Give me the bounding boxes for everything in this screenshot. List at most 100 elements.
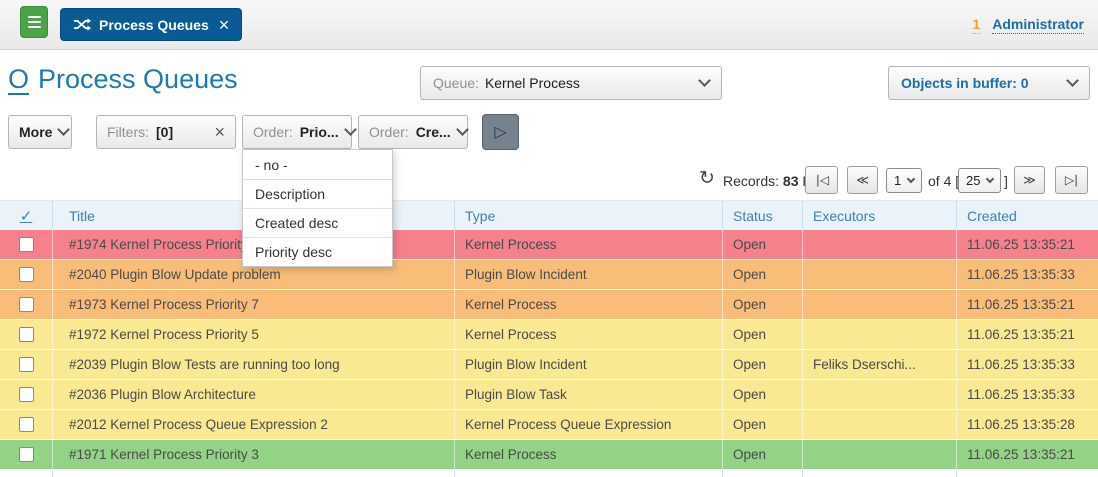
row-status: Open — [723, 380, 803, 409]
row-checkbox[interactable] — [19, 237, 34, 252]
prev-page-button[interactable]: ≪ — [847, 166, 878, 194]
prev-page-icon: ≪ — [856, 173, 869, 187]
row-status: Open — [723, 320, 803, 349]
row-checkbox-cell — [0, 410, 53, 439]
order-primary-select[interactable]: Order: Prio... — [242, 115, 352, 149]
queue-select[interactable]: Queue: Kernel Process — [420, 66, 722, 100]
row-title[interactable]: #2039 Plugin Blow Tests are running too … — [53, 350, 455, 379]
page-count-label: of 4 [ — [928, 173, 959, 189]
tab-label: Process Queues — [99, 17, 209, 33]
row-checkbox[interactable] — [19, 417, 34, 432]
notification-count[interactable]: 1 — [972, 16, 980, 34]
chevron-down-icon — [986, 175, 994, 183]
chevron-down-icon — [456, 123, 469, 136]
bracket-close: ] — [1004, 173, 1008, 189]
hamburger-menu-button[interactable] — [20, 6, 48, 38]
order-secondary-value: Cre... — [416, 124, 451, 140]
tab-process-queues[interactable]: Process Queues × — [60, 8, 242, 41]
table-row[interactable]: #2039 Plugin Blow Tests are running too … — [0, 350, 1098, 380]
tab-close-icon[interactable]: × — [219, 16, 230, 34]
user-menu[interactable]: Administrator — [992, 16, 1084, 34]
play-icon: ▷ — [494, 122, 506, 142]
order-option-description[interactable]: Description — [243, 179, 392, 208]
table-header-row: ✓ Title Type Status Executors Created — [0, 200, 1098, 230]
buffer-label: Objects in buffer: 0 — [901, 75, 1029, 91]
row-type: Kernel Process Queue Expression — [455, 410, 723, 439]
row-title[interactable]: #2036 Plugin Blow Architecture — [53, 380, 455, 409]
next-page-button[interactable]: ≫ — [1014, 166, 1045, 194]
header-type[interactable]: Type — [455, 201, 723, 230]
header-created[interactable]: Created — [957, 201, 1098, 230]
row-type: Kernel Process — [455, 230, 723, 259]
row-executors — [803, 230, 957, 259]
row-created: 11.06.25 13:35:21 — [957, 320, 1098, 349]
table-row[interactable]: #2012 Kernel Process Queue Expression 2 … — [0, 410, 1098, 440]
row-title[interactable]: #2012 Kernel Process Queue Expression 2 — [53, 410, 455, 439]
next-page-icon: ≫ — [1023, 173, 1036, 187]
clear-filters-icon[interactable]: × — [214, 123, 225, 141]
filters-label: Filters: — [107, 124, 149, 140]
header-status[interactable]: Status — [723, 201, 803, 230]
current-page: 1 — [894, 173, 901, 188]
row-status: Open — [723, 290, 803, 319]
table-row-partial — [0, 470, 1098, 477]
records-count: 83 — [783, 173, 799, 189]
row-type: Kernel Process — [455, 320, 723, 349]
row-created: 11.06.25 13:35:28 — [957, 410, 1098, 439]
table-row[interactable]: #1972 Kernel Process Priority 5 Kernel P… — [0, 320, 1098, 350]
row-title[interactable]: #1972 Kernel Process Priority 5 — [53, 320, 455, 349]
order-dropdown-menu: - no - Description Created desc Priority… — [242, 149, 393, 267]
order-option-created-desc[interactable]: Created desc — [243, 208, 392, 237]
row-type: Kernel Process — [455, 440, 723, 469]
row-checkbox[interactable] — [19, 297, 34, 312]
row-type: Plugin Blow Task — [455, 380, 723, 409]
chevron-down-icon — [907, 175, 915, 183]
more-button[interactable]: More — [8, 115, 72, 149]
page-size-select[interactable]: 25 — [958, 168, 1001, 193]
process-queues-app: Process Queues × 1 Administrator O Proce… — [0, 0, 1098, 477]
row-title[interactable]: #1971 Kernel Process Priority 3 — [53, 440, 455, 469]
header-executors[interactable]: Executors — [803, 201, 957, 230]
queue-value: Kernel Process — [485, 75, 580, 91]
top-bar: Process Queues × 1 Administrator — [0, 0, 1098, 50]
row-executors — [803, 380, 957, 409]
row-executors — [803, 320, 957, 349]
order-secondary-select[interactable]: Order: Cre... — [358, 115, 468, 149]
objects-in-buffer-select[interactable]: Objects in buffer: 0 — [888, 66, 1090, 100]
row-created: 11.06.25 13:35:21 — [957, 440, 1098, 469]
page-number-select[interactable]: 1 — [886, 168, 922, 193]
page-title: O Process Queues — [8, 64, 238, 95]
first-page-icon: ∣◁ — [815, 173, 828, 187]
row-checkbox-cell — [0, 230, 53, 259]
row-checkbox-cell — [0, 350, 53, 379]
run-button[interactable]: ▷ — [482, 114, 519, 150]
row-checkbox[interactable] — [19, 327, 34, 342]
first-page-button[interactable]: ∣◁ — [805, 166, 838, 194]
row-checkbox[interactable] — [19, 267, 34, 282]
select-all-icon[interactable]: ✓ — [20, 207, 33, 225]
table-row[interactable]: #1973 Kernel Process Priority 7 Kernel P… — [0, 290, 1098, 320]
table-row[interactable]: #2040 Plugin Blow Update problem Plugin … — [0, 260, 1098, 290]
page-size-value: 25 — [966, 173, 980, 188]
row-checkbox[interactable] — [19, 357, 34, 372]
table-row[interactable]: #1974 Kernel Process Priority 9 Kernel P… — [0, 230, 1098, 260]
refresh-icon[interactable]: ↻ — [699, 167, 715, 190]
chevron-down-icon — [698, 74, 711, 87]
filters-button[interactable]: Filters: [0] × — [96, 115, 236, 149]
row-executors — [803, 410, 957, 439]
order-option-no[interactable]: - no - — [243, 150, 392, 179]
row-created: 11.06.25 13:35:33 — [957, 380, 1098, 409]
row-type: Plugin Blow Incident — [455, 260, 723, 289]
header-select-all[interactable]: ✓ — [0, 201, 53, 230]
order-option-priority-desc[interactable]: Priority desc — [243, 237, 392, 266]
order-label: Order: — [253, 124, 293, 140]
table-row[interactable]: #2036 Plugin Blow Architecture Plugin Bl… — [0, 380, 1098, 410]
last-page-button[interactable]: ▷∣ — [1055, 166, 1088, 194]
row-checkbox[interactable] — [19, 447, 34, 462]
row-title[interactable]: #1973 Kernel Process Priority 7 — [53, 290, 455, 319]
row-created: 11.06.25 13:35:21 — [957, 290, 1098, 319]
table-row[interactable]: #1971 Kernel Process Priority 3 Kernel P… — [0, 440, 1098, 470]
object-type-icon[interactable]: O — [8, 65, 29, 95]
chevron-down-icon — [1066, 74, 1079, 87]
row-checkbox[interactable] — [19, 387, 34, 402]
